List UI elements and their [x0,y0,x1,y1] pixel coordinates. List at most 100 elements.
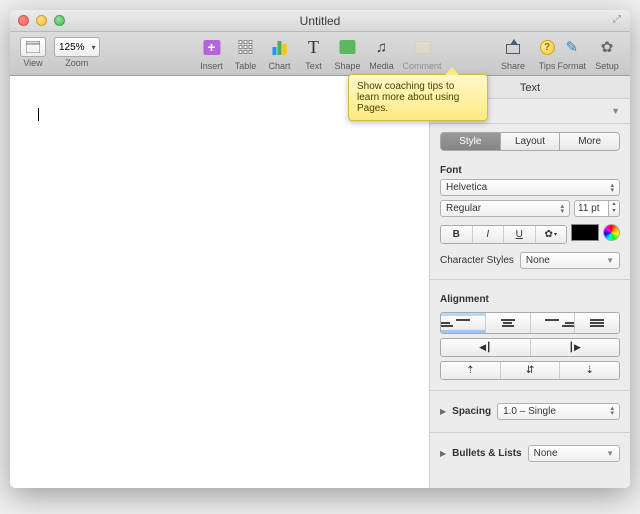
font-heading: Font [440,161,620,179]
bullets-value: None [534,448,558,459]
align-right-button[interactable] [531,313,576,333]
indent-button[interactable]: ┃▶ [531,339,620,356]
chevron-down-icon: ▼ [606,256,614,265]
minimize-window-button[interactable] [36,15,47,26]
valign-middle-icon: ⇵ [526,365,534,376]
align-right-icon [531,316,575,330]
shape-icon [339,40,355,54]
text-button[interactable]: T Text [296,34,330,71]
inspector-panel: Text Body ▼ Style Layout More Font Helve… [430,76,630,488]
font-size-value: 11 pt [574,200,608,217]
zoom-label: Zoom [65,58,88,68]
tab-style[interactable]: Style [441,133,501,150]
insert-label: Insert [200,61,223,71]
comment-label: Comment [403,61,442,71]
text-icon: T [308,37,319,58]
media-label: Media [369,61,394,71]
character-styles-label: Character Styles [440,255,514,266]
valign-top-button[interactable]: ⇡ [441,362,501,379]
share-label: Share [501,61,525,71]
spacing-select[interactable]: 1.0 – Single ▴▾ [497,403,620,420]
font-weight-select[interactable]: Regular ▴▾ [440,200,570,217]
valign-bottom-icon: ⇣ [585,365,593,376]
text-options-button[interactable]: ✿ [536,226,567,243]
share-button[interactable]: Share [496,34,530,71]
outdent-button[interactable]: ◀┃ [441,339,531,356]
outdent-icon: ◀┃ [479,342,491,353]
gear-small-icon: ✿ [545,229,553,240]
inspector-tabs: Style Layout More [440,132,620,151]
step-down-icon[interactable]: ▾ [609,208,619,215]
align-left-icon [441,316,485,330]
text-label: Text [305,61,322,71]
underline-button[interactable]: U [504,226,536,243]
comment-button: Comment [399,34,446,71]
gear-icon: ✿ [601,38,614,56]
stepper-arrows-icon: ▴▾ [560,204,564,214]
table-icon [238,40,252,54]
setup-button[interactable]: ✿ Setup [590,34,624,71]
window-title: Untitled [10,14,630,28]
align-justify-icon [575,316,619,330]
zoom-select[interactable]: 125% [54,37,100,57]
chart-label: Chart [268,61,290,71]
valign-middle-button[interactable]: ⇵ [501,362,561,379]
table-label: Table [235,61,257,71]
view-button[interactable] [20,37,46,57]
close-window-button[interactable] [18,15,29,26]
view-label: View [23,58,42,68]
text-color-swatch[interactable] [571,224,599,241]
toolbar: View 125% Zoom + Insert Table Chart T Te… [10,32,630,76]
font-size-stepper[interactable]: 11 pt ▴▾ [574,200,620,217]
bullets-label: Bullets & Lists [452,448,521,459]
media-icon: ♫ [376,39,387,56]
align-justify-button[interactable] [575,313,619,333]
tab-layout[interactable]: Layout [501,133,561,150]
text-cursor [38,108,39,121]
media-button[interactable]: ♫ Media [365,34,399,71]
align-center-button[interactable] [486,313,531,333]
align-center-icon [486,316,530,330]
zoom-window-button[interactable] [54,15,65,26]
document-canvas[interactable] [10,76,430,488]
disclosure-triangle-icon[interactable]: ▶ [440,407,446,416]
chevron-down-icon: ▼ [611,106,620,116]
insert-icon: + [203,40,220,55]
table-button[interactable]: Table [228,34,262,71]
spacing-label: Spacing [452,406,491,417]
chevron-down-icon: ▼ [606,449,614,458]
align-left-button[interactable] [441,313,486,333]
comment-icon [414,41,430,54]
tips-tooltip: Show coaching tips to learn more about u… [348,74,488,121]
app-window: Untitled ⤢ View 125% Zoom + Insert Table [10,10,630,488]
font-family-select[interactable]: Helvetica ▴▾ [440,179,620,196]
valign-top-icon: ⇡ [466,365,474,376]
stepper-arrows-icon: ▴▾ [610,406,614,416]
spacing-value: 1.0 – Single [503,406,556,417]
fullscreen-button[interactable]: ⤢ [610,14,624,28]
step-up-icon[interactable]: ▴ [609,201,619,208]
chart-icon [272,39,286,55]
format-button[interactable]: ✎ Format [553,34,590,71]
tab-more[interactable]: More [560,133,619,150]
disclosure-triangle-icon[interactable]: ▶ [440,449,446,458]
character-styles-select[interactable]: None ▼ [520,252,620,269]
valign-bottom-button[interactable]: ⇣ [560,362,619,379]
character-styles-value: None [526,255,550,266]
chart-button[interactable]: Chart [262,34,296,71]
zoom-value: 125% [59,42,85,53]
italic-button[interactable]: I [473,226,505,243]
bold-button[interactable]: B [441,226,473,243]
shape-button[interactable]: Shape [330,34,364,71]
format-label: Format [557,61,586,71]
view-icon [26,41,40,53]
color-wheel-button[interactable] [603,224,620,241]
tips-icon: ? [540,40,555,55]
share-icon [506,44,520,54]
setup-label: Setup [595,61,619,71]
bullets-select[interactable]: None ▼ [528,445,620,462]
titlebar: Untitled ⤢ [10,10,630,32]
font-family-value: Helvetica [446,182,487,193]
insert-button[interactable]: + Insert [194,34,228,71]
alignment-heading: Alignment [440,290,620,308]
